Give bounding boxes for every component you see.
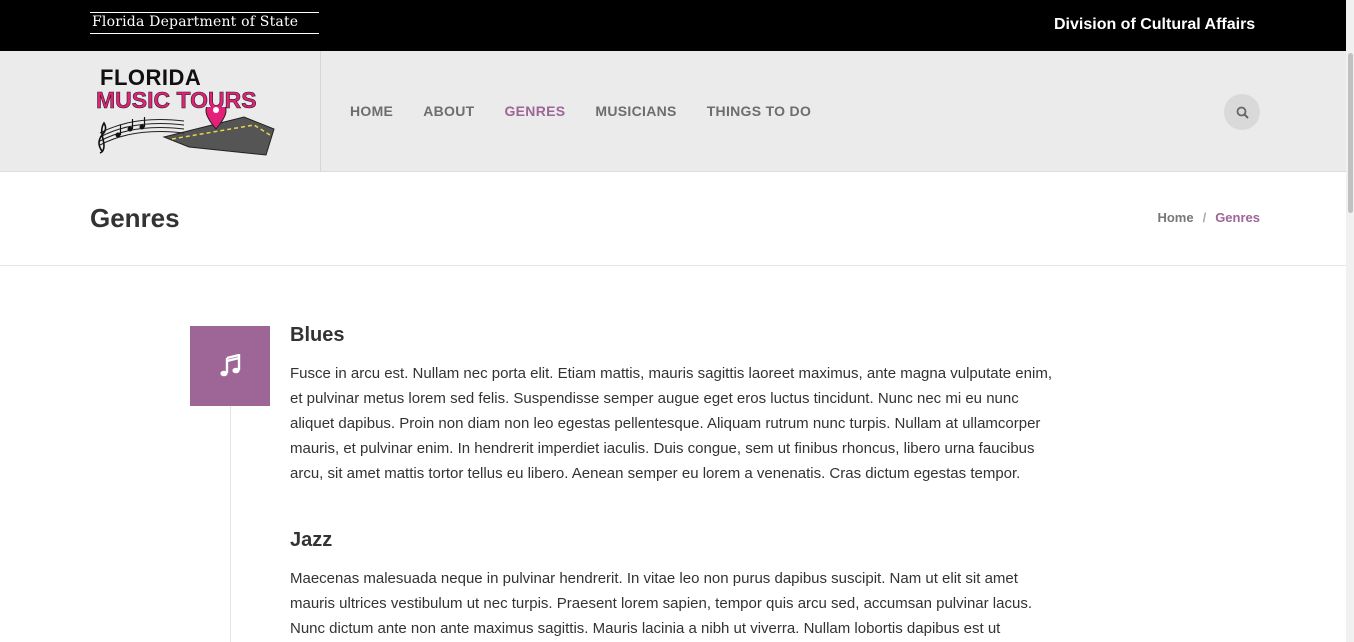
logo-cell: FLORIDA MUSIC TOURS	[0, 51, 321, 172]
music-note-icon	[220, 354, 241, 377]
breadcrumb: Home / Genres	[1157, 210, 1260, 225]
division-link[interactable]: Division of Cultural Affairs	[1054, 16, 1255, 34]
nav-item-home[interactable]: HOME	[350, 103, 393, 119]
genre-title: Jazz	[290, 529, 333, 551]
nav-item-about[interactable]: ABOUT	[423, 103, 474, 119]
breadcrumb-home-link[interactable]: Home	[1157, 210, 1193, 225]
search-button[interactable]	[1224, 94, 1260, 130]
nav-item-musicians[interactable]: MUSICIANS	[595, 103, 676, 119]
genre-description: Maecenas malesuada neque in pulvinar hen…	[290, 570, 1032, 637]
page-title-band: Genres Home / Genres	[0, 173, 1354, 266]
breadcrumb-separator: /	[1202, 210, 1207, 225]
breadcrumb-current: Genres	[1215, 210, 1260, 225]
genre-icon-box	[190, 326, 270, 406]
genre-section-blues: Blues Fusce in arcu est. Nullam nec port…	[290, 324, 1060, 486]
page-title: Genres	[90, 203, 180, 233]
genre-title: Blues	[290, 324, 345, 346]
scrollbar-thumb[interactable]	[1348, 53, 1353, 213]
main-nav: HOME ABOUT GENRES MUSICIANS THINGS TO DO	[350, 103, 811, 119]
agency-logo-text: Florida Department of State	[92, 14, 299, 30]
logo-rule-top	[90, 12, 319, 13]
top-bar: Florida Department of State Division of …	[0, 0, 1354, 51]
genre-description: Fusce in arcu est. Nullam nec porta elit…	[290, 365, 1052, 482]
road-music-staff-icon	[98, 107, 275, 156]
timeline-line	[230, 406, 231, 642]
nav-item-genres[interactable]: GENRES	[504, 103, 565, 119]
logo-rule-bottom	[90, 33, 319, 34]
florida-music-tours-logo[interactable]: FLORIDA MUSIC TOURS	[94, 65, 280, 161]
florida-department-of-state-logo[interactable]: Florida Department of State	[90, 12, 320, 38]
nav-item-things-to-do[interactable]: THINGS TO DO	[707, 103, 811, 119]
genre-section-jazz: Jazz Maecenas malesuada neque in pulvina…	[290, 529, 1060, 641]
site-header: FLORIDA MUSIC TOURS HOME ABOUT GENRES MU…	[0, 51, 1354, 172]
search-icon	[1236, 106, 1249, 119]
